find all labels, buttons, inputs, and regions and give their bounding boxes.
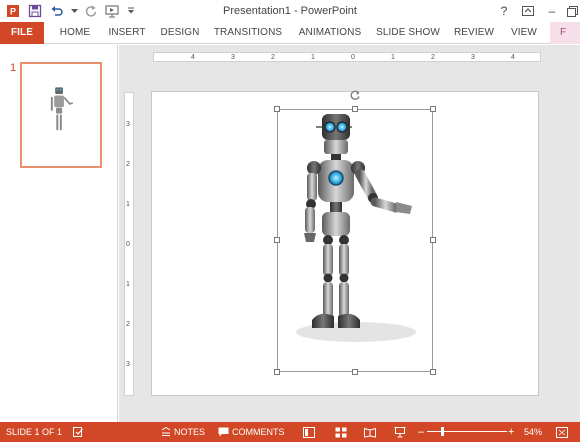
resize-handle-top-left[interactable]: [274, 106, 280, 112]
zoom-slider-thumb[interactable]: [441, 427, 444, 436]
comments-button[interactable]: COMMENTS: [218, 422, 285, 442]
zoom-out-button[interactable]: –: [418, 422, 424, 442]
help-button[interactable]: ?: [492, 0, 516, 22]
ruler-label: 2: [271, 54, 275, 61]
tab-review[interactable]: REVIEW: [449, 22, 499, 44]
zoom-in-button[interactable]: +: [508, 422, 514, 442]
ruler-label: 2: [126, 161, 130, 168]
title-bar: P Presentation1 - PowerPoint ? –: [0, 0, 580, 22]
resize-handle-right[interactable]: [430, 237, 436, 243]
rotate-handle-icon[interactable]: [349, 89, 361, 101]
comments-label: COMMENTS: [232, 427, 285, 437]
slide-thumbnail[interactable]: [20, 62, 102, 168]
ruler-label: 1: [311, 54, 315, 61]
fit-slide-icon[interactable]: [556, 422, 568, 442]
tab-format[interactable]: F: [550, 22, 580, 44]
restore-icon[interactable]: [564, 0, 580, 22]
resize-handle-bottom[interactable]: [352, 369, 358, 375]
tab-design[interactable]: DESIGN: [157, 22, 203, 44]
slide-thumbnail-pane: 1: [0, 45, 118, 422]
tab-home[interactable]: HOME: [53, 22, 97, 44]
vertical-ruler: 3 2 1 0 1 2 3: [124, 92, 134, 396]
slide-count-status[interactable]: SLIDE 1 OF 1: [6, 422, 62, 442]
horizontal-ruler: 4 3 2 1 0 1 2 3 4: [153, 52, 541, 62]
ruler-label: 2: [431, 54, 435, 61]
slide-count-label: SLIDE 1 OF 1: [6, 427, 63, 437]
comments-icon: [218, 427, 229, 437]
resize-handle-bottom-left[interactable]: [274, 369, 280, 375]
image-selection-frame[interactable]: [277, 109, 433, 372]
ruler-label: 4: [191, 54, 195, 61]
zoom-slider-track[interactable]: [427, 431, 507, 432]
ribbon-tabs: FILE HOME INSERT DESIGN TRANSITIONS ANIM…: [0, 22, 580, 44]
slide-sorter-icon[interactable]: [335, 422, 347, 442]
ruler-label: 3: [471, 54, 475, 61]
tab-animations[interactable]: ANIMATIONS: [293, 22, 367, 44]
ruler-label: 4: [511, 54, 515, 61]
resize-handle-top-right[interactable]: [430, 106, 436, 112]
tab-file[interactable]: FILE: [0, 22, 44, 44]
tab-slide-show[interactable]: SLIDE SHOW: [375, 22, 441, 44]
ruler-label: 0: [351, 54, 355, 61]
notes-icon: [161, 427, 171, 436]
ruler-label: 3: [126, 361, 130, 368]
ruler-label: 2: [126, 321, 130, 328]
resize-handle-left[interactable]: [274, 237, 280, 243]
robot-thumbnail-image: [50, 87, 73, 131]
slide-show-icon[interactable]: [394, 422, 406, 442]
status-bar: SLIDE 1 OF 1 NOTES COMMENTS – + 54%: [0, 422, 580, 442]
ruler-label: 1: [126, 281, 130, 288]
reading-view-icon[interactable]: [364, 422, 376, 442]
ruler-label: 0: [126, 241, 130, 248]
normal-view-icon[interactable]: [303, 422, 315, 442]
tab-view[interactable]: VIEW: [505, 22, 543, 44]
spell-check-icon[interactable]: [72, 422, 84, 442]
zoom-level[interactable]: 54%: [524, 422, 542, 442]
ruler-label: 3: [231, 54, 235, 61]
notes-button[interactable]: NOTES: [161, 422, 205, 442]
tab-insert[interactable]: INSERT: [104, 22, 150, 44]
notes-label: NOTES: [174, 427, 206, 437]
ruler-label: 3: [126, 121, 130, 128]
tab-transitions[interactable]: TRANSITIONS: [212, 22, 284, 44]
resize-handle-top[interactable]: [352, 106, 358, 112]
slide-thumbnail-number: 1: [10, 62, 17, 74]
ruler-label: 1: [391, 54, 395, 61]
ruler-label: 1: [126, 201, 130, 208]
minimize-button[interactable]: –: [540, 0, 564, 22]
ribbon-display-options-icon[interactable]: [516, 0, 540, 22]
resize-handle-bottom-right[interactable]: [430, 369, 436, 375]
